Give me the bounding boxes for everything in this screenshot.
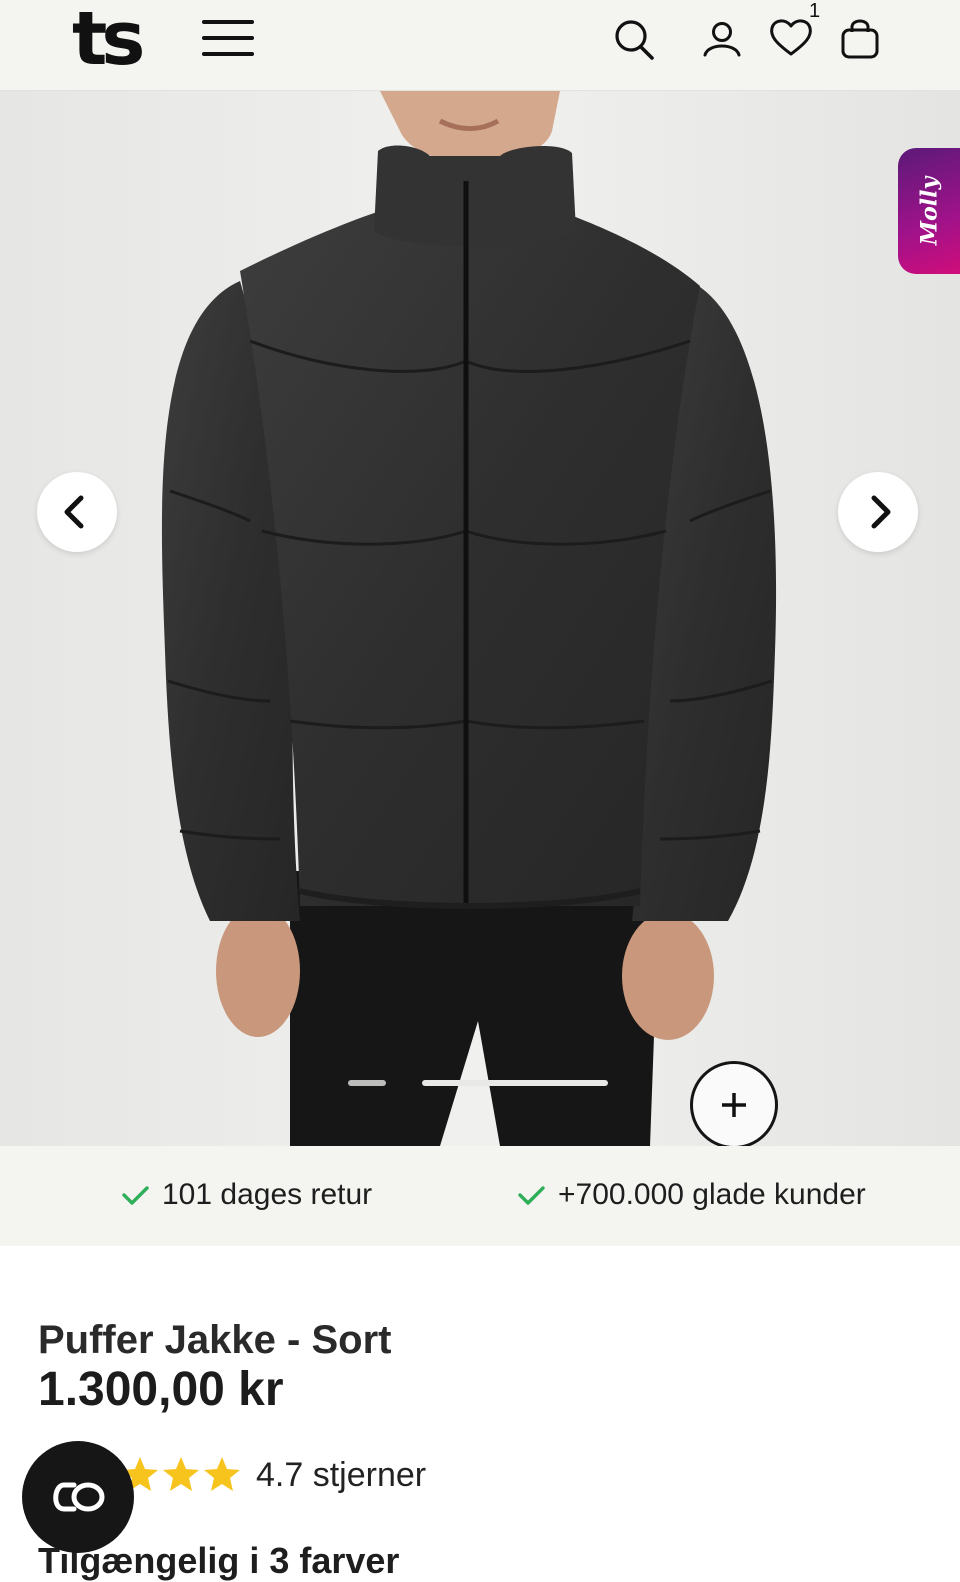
chat-icon bbox=[53, 1482, 105, 1512]
rating-text: 4.7 stjerner bbox=[256, 1455, 427, 1494]
product-price: 1.300,00 kr bbox=[38, 1363, 284, 1416]
molly-badge-label: Molly bbox=[916, 176, 942, 246]
search-icon[interactable] bbox=[612, 14, 656, 64]
chevron-left-icon bbox=[64, 495, 84, 529]
chat-button[interactable] bbox=[22, 1441, 134, 1553]
star-rating-icons bbox=[122, 1457, 240, 1491]
product-rating[interactable]: 4.7 stjerner bbox=[120, 1455, 426, 1495]
usp-returns: 101 dages retur bbox=[120, 1178, 372, 1212]
product-photo bbox=[0, 91, 960, 1146]
usp-customers: +700.000 glade kunder bbox=[516, 1178, 866, 1212]
carousel-prev-button[interactable] bbox=[37, 472, 117, 552]
product-image-carousel[interactable]: Molly bbox=[0, 91, 960, 1146]
chevron-right-icon bbox=[871, 495, 891, 529]
zoom-button[interactable] bbox=[690, 1061, 778, 1146]
molly-badge[interactable]: Molly bbox=[898, 148, 960, 274]
account-icon[interactable] bbox=[700, 14, 744, 64]
carousel-dot[interactable] bbox=[348, 1080, 386, 1086]
carousel-next-button[interactable] bbox=[838, 472, 918, 552]
site-header: ts 1 bbox=[0, 0, 960, 91]
shopping-bag-icon[interactable] bbox=[838, 14, 882, 64]
checkmark-icon bbox=[122, 1186, 149, 1205]
wishlist-count: 1 bbox=[809, 0, 821, 22]
plus-icon bbox=[722, 1093, 746, 1117]
menu-icon[interactable] bbox=[202, 18, 256, 58]
site-logo[interactable]: ts bbox=[72, 2, 145, 76]
usp-returns-text: 101 dages retur bbox=[162, 1178, 373, 1211]
product-title: Puffer Jakke - Sort bbox=[38, 1318, 392, 1362]
carousel-dot-active[interactable] bbox=[422, 1080, 608, 1086]
usp-bar: 101 dages retur +700.000 glade kunder bbox=[0, 1146, 960, 1246]
usp-customers-text: +700.000 glade kunder bbox=[558, 1178, 866, 1211]
wishlist-heart-icon[interactable] bbox=[768, 14, 812, 64]
checkmark-icon bbox=[518, 1186, 545, 1205]
